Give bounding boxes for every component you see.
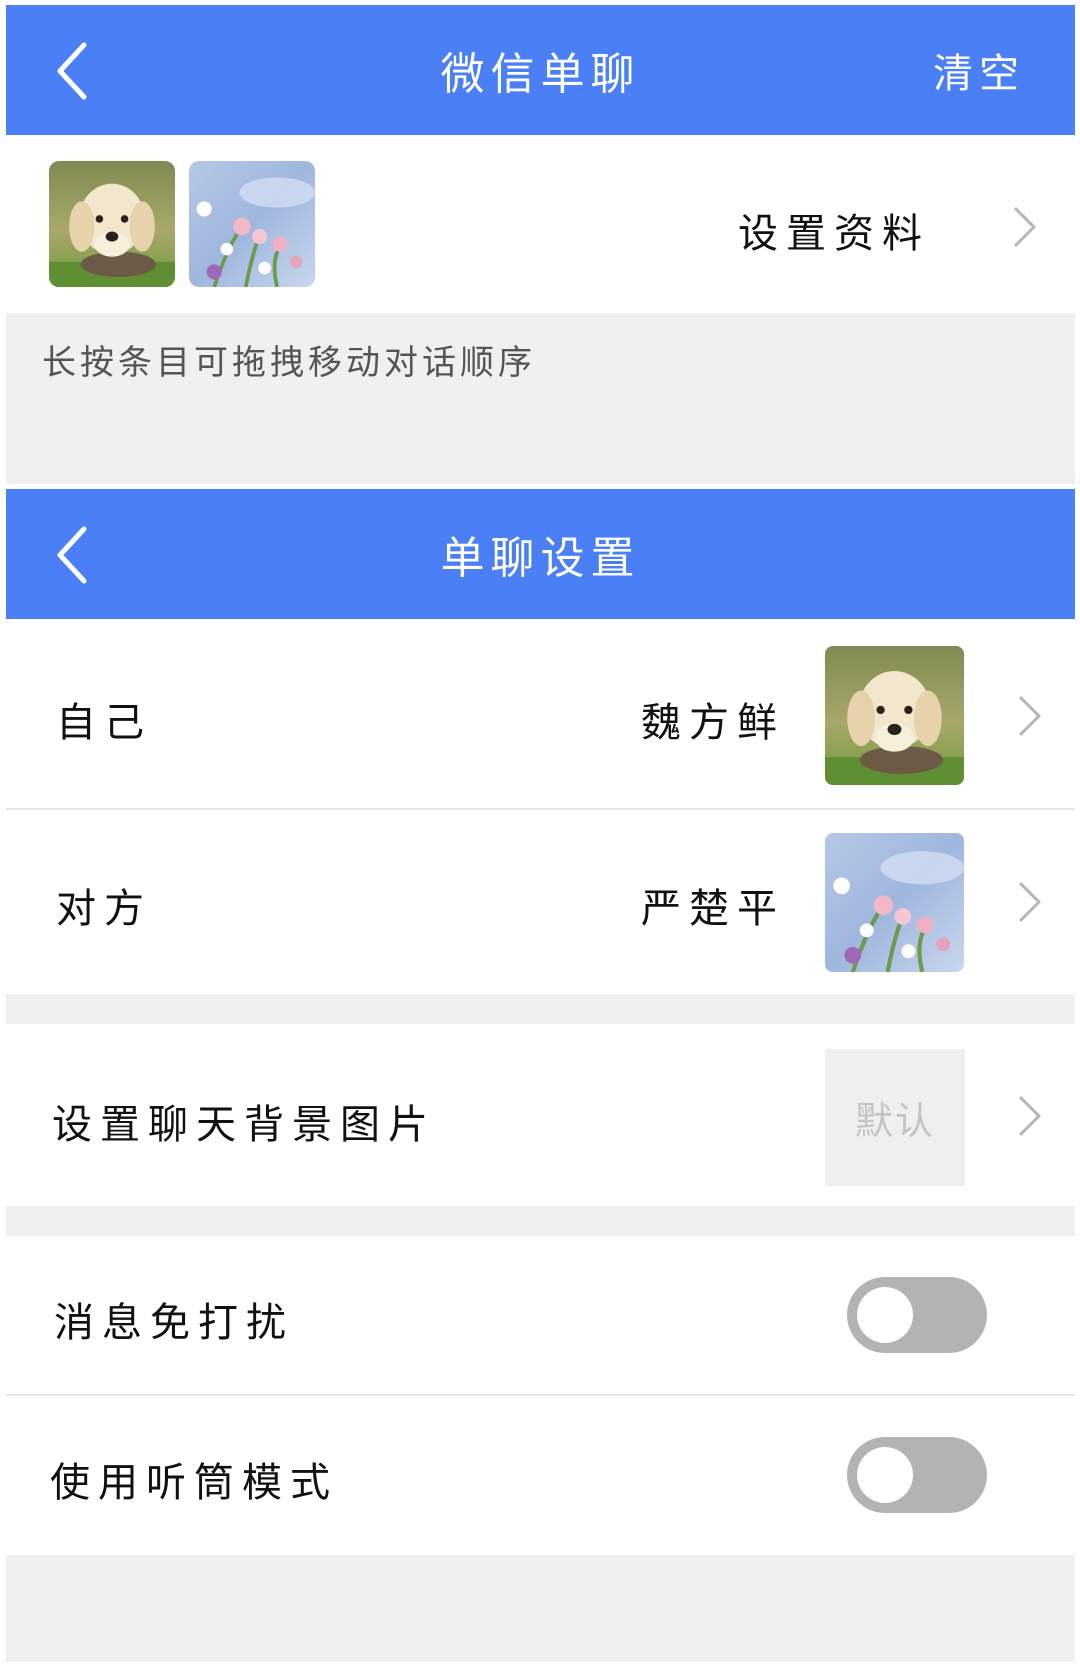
chevron-left-icon: [57, 526, 87, 584]
section-gap: [6, 1206, 1075, 1236]
back-button[interactable]: [44, 525, 104, 585]
mute-toggle[interactable]: [847, 1277, 987, 1353]
clear-button[interactable]: 清空: [933, 5, 1025, 135]
settings-title: 单聊设置: [440, 533, 641, 584]
earpiece-toggle[interactable]: [847, 1437, 987, 1513]
row-self-label: 自己: [56, 700, 152, 746]
divider: [6, 808, 1075, 810]
self-avatar: [825, 646, 964, 785]
settings-nav-bar: 单聊设置: [6, 489, 1075, 619]
back-button[interactable]: [44, 41, 104, 101]
chevron-right-icon: [1019, 696, 1041, 736]
row-other-label: 对方: [56, 886, 152, 932]
flower-photo: [189, 161, 315, 287]
bottom-spacer: [6, 1555, 1075, 1662]
chevron-right-icon: [1014, 207, 1036, 247]
row-mute-label: 消息免打扰: [54, 1300, 294, 1346]
self-avatar-thumb: [49, 161, 175, 287]
top-nav-bar: 微信单聊 清空: [6, 5, 1075, 135]
dog-photo: [49, 161, 175, 287]
dog-photo: [825, 646, 964, 785]
other-avatar-thumb: [189, 161, 315, 287]
screen: 微信单聊 清空 设置资料 长按条目可拖拽移动对话顺序 单聊设置 自己 魏方鲜 对…: [0, 0, 1080, 1667]
row-earpiece-label: 使用听筒模式: [50, 1460, 338, 1506]
chevron-left-icon: [57, 42, 87, 100]
flower-photo: [825, 833, 964, 972]
row-background-label: 设置聊天背景图片: [52, 1102, 436, 1148]
divider: [6, 1394, 1075, 1396]
toggle-knob: [857, 1447, 913, 1503]
row-self-name: 魏方鲜: [641, 700, 785, 746]
drag-hint-text: 长按条目可拖拽移动对话顺序: [42, 343, 536, 383]
section-gap: [6, 994, 1075, 1024]
background-default-badge: 默认: [825, 1049, 965, 1186]
toggle-knob: [857, 1287, 913, 1343]
row-other-name: 严楚平: [641, 886, 785, 932]
page-title: 微信单聊: [440, 49, 641, 100]
settings-link-label[interactable]: 设置资料: [738, 201, 930, 259]
chevron-right-icon: [1019, 1096, 1041, 1136]
other-avatar: [825, 833, 964, 972]
chevron-right-icon: [1019, 882, 1041, 922]
